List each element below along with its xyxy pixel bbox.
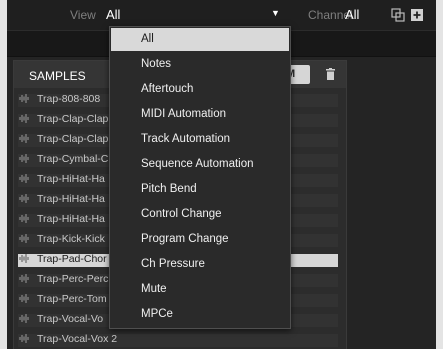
waveform-icon <box>19 114 29 123</box>
menu-item-label: Program Change <box>141 233 229 245</box>
menu-item-all[interactable]: All <box>111 28 289 51</box>
menu-item-aftertouch[interactable]: Aftertouch <box>111 78 289 101</box>
waveform-icon <box>19 134 29 143</box>
menu-item-label: Sequence Automation <box>141 158 254 170</box>
menu-item-label: Track Automation <box>141 133 231 145</box>
view-select[interactable]: All <box>106 7 120 22</box>
add-icon[interactable] <box>410 8 424 22</box>
menu-item-notes[interactable]: Notes <box>111 53 289 76</box>
menu-item-midi-automation[interactable]: MIDI Automation <box>111 103 289 126</box>
view-dropdown-menu: All Notes Aftertouch MIDI Automation Track A… <box>109 26 291 329</box>
app-window: View All ▼ Channel All SAMPLES AM Trap-8… <box>7 0 436 349</box>
sample-name: Trap-Perc-Tom <box>37 293 107 305</box>
sample-name: Trap-Vocal-Vox 2 <box>37 333 118 345</box>
channel-select[interactable]: All <box>345 7 359 22</box>
waveform-icon <box>19 214 29 223</box>
sample-name: Trap-HiHat-Ha <box>37 193 105 205</box>
menu-item-mute[interactable]: Mute <box>111 278 289 301</box>
waveform-icon <box>19 254 29 263</box>
sample-name: Trap-HiHat-Ha <box>37 213 105 225</box>
menu-item-label: Control Change <box>141 208 222 220</box>
menu-item-label: Aftertouch <box>141 83 194 95</box>
samples-title: SAMPLES <box>29 69 86 83</box>
chevron-down-icon[interactable]: ▼ <box>271 8 280 18</box>
menu-item-track-automation[interactable]: Track Automation <box>111 128 289 151</box>
sample-name: Trap-Perc-Perc <box>37 273 109 285</box>
menu-item-mpce[interactable]: MPCe <box>111 303 289 326</box>
sample-row[interactable]: Trap-Vocal-Vox 2 <box>14 329 346 349</box>
sample-name: Trap-HiHat-Ha <box>37 173 105 185</box>
waveform-icon <box>19 194 29 203</box>
waveform-icon <box>19 234 29 243</box>
menu-item-label: MPCe <box>141 308 173 320</box>
waveform-icon <box>19 294 29 303</box>
waveform-icon <box>19 174 29 183</box>
menu-item-sequence-automation[interactable]: Sequence Automation <box>111 153 289 176</box>
menu-item-label: Pitch Bend <box>141 183 197 195</box>
waveform-icon <box>19 94 29 103</box>
sample-name: Trap-Kick-Kick <box>37 233 105 245</box>
waveform-icon <box>19 314 29 323</box>
menu-item-label: Ch Pressure <box>141 258 205 270</box>
waveform-icon <box>19 274 29 283</box>
overlay-icon[interactable] <box>391 8 405 22</box>
sample-name: Trap-808-808 <box>37 93 101 105</box>
waveform-icon <box>19 334 29 343</box>
sample-name: Trap-Clap-Clap <box>37 133 109 145</box>
sample-name: Trap-Cymbal-C <box>37 153 109 165</box>
sample-name: Trap-Vocal-Vo <box>37 313 104 325</box>
menu-item-label: Notes <box>141 58 172 70</box>
sample-name: Trap-Clap-Clap <box>37 113 109 125</box>
menu-item-ch-pressure[interactable]: Ch Pressure <box>111 253 289 276</box>
sample-name: Trap-Pad-Chor <box>37 253 107 265</box>
menu-item-control-change[interactable]: Control Change <box>111 203 289 226</box>
view-label: View <box>70 8 96 22</box>
menu-item-label: All <box>141 33 154 45</box>
waveform-icon <box>19 154 29 163</box>
menu-item-label: MIDI Automation <box>141 108 227 120</box>
menu-item-pitch-bend[interactable]: Pitch Bend <box>111 178 289 201</box>
menu-item-label: Mute <box>141 283 167 295</box>
menu-item-program-change[interactable]: Program Change <box>111 228 289 251</box>
trash-icon[interactable] <box>326 68 335 80</box>
